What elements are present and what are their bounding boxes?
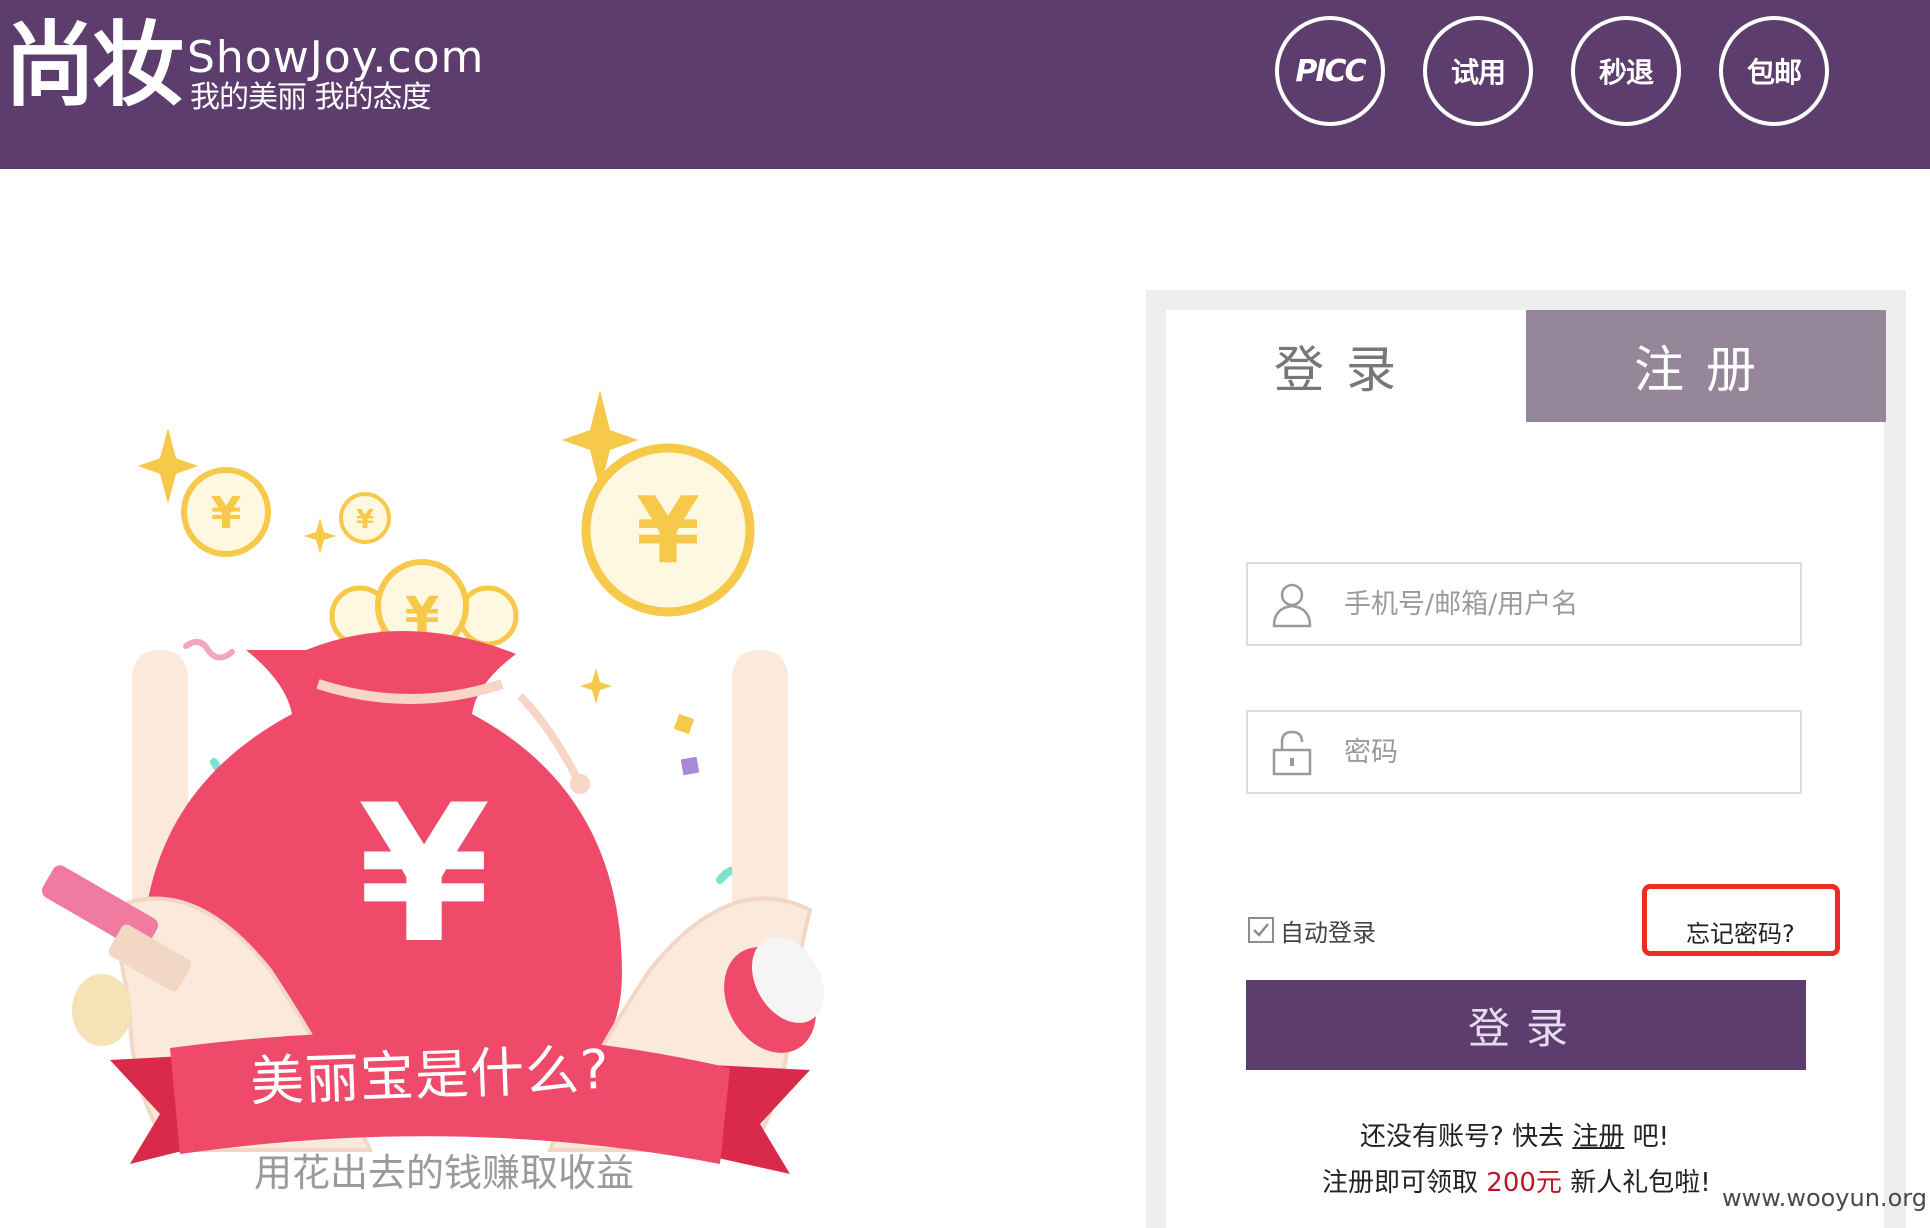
username-field[interactable] [1246,562,1802,646]
password-input[interactable] [1344,712,1784,792]
gift-amount: 200元 [1486,1168,1562,1198]
gift-prefix: 注册即可领取 [1322,1168,1479,1198]
watermark: www.wooyun.org [1722,1184,1927,1212]
instant-refund-badge: 秒退 [1571,16,1681,126]
banner-title: 美丽宝是什么? [248,1037,611,1114]
sparkle-icon [304,518,336,554]
auto-login-label: 自动登录 [1280,918,1376,947]
lock-icon [1272,730,1312,776]
picc-badge: PICC [1275,16,1385,126]
cosmetic-jar-icon [72,974,132,1046]
banner-subtitle: 用花出去的钱赚取收益 [254,1151,635,1195]
gift-suffix: 新人礼包啦! [1570,1168,1711,1198]
logo-chinese-name: 尚妆 [4,12,184,119]
new-user-gift-text: 注册即可领取 200元 新人礼包啦! [1322,1162,1711,1199]
coin-icon: ¥ [581,443,755,617]
register-link[interactable]: 注册 [1572,1122,1624,1152]
svg-text:¥: ¥ [211,488,242,539]
free-shipping-badge: 包邮 [1719,16,1829,126]
tab-login[interactable]: 登录 [1166,310,1526,422]
forgot-password-link[interactable]: 忘记密码? [1686,914,1795,949]
svg-text:¥: ¥ [636,477,700,584]
user-icon [1272,583,1312,628]
register-prompt: 还没有账号? 快去 注册 吧! [1360,1116,1669,1153]
coin-icon: ¥ [339,492,391,544]
svg-text:¥: ¥ [358,764,490,985]
logo-domain: ShowJoy.com [187,32,485,83]
svg-text:¥: ¥ [356,505,374,535]
trial-badge: 试用 [1423,16,1533,126]
register-prompt-prefix: 还没有账号? 快去 [1360,1122,1565,1152]
tab-register[interactable]: 注册 [1526,310,1886,422]
username-input[interactable] [1344,564,1784,644]
sparkle-icon [580,668,612,704]
register-prompt-suffix: 吧! [1632,1122,1670,1152]
password-field[interactable] [1246,710,1802,794]
logo-slogan: 我的美丽 我的态度 [190,80,432,115]
checkbox-checked-icon[interactable] [1248,917,1274,943]
auto-login-checkbox[interactable]: 自动登录 [1248,913,1376,947]
top-header: 尚妆 ShowJoy.com 我的美丽 我的态度 PICC 试用 秒退 包邮 [0,0,1930,169]
coin-icon: ¥ [181,467,271,557]
login-submit-button[interactable]: 登录 [1246,980,1806,1070]
